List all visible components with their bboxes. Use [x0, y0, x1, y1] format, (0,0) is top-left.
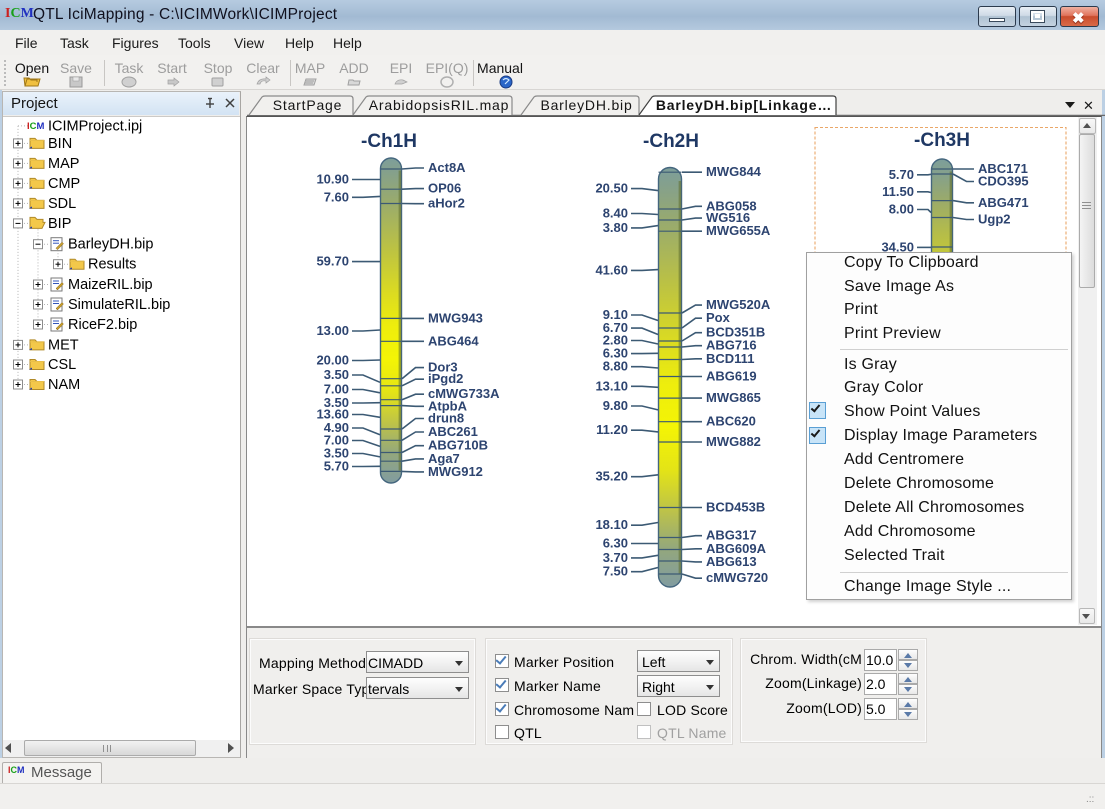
svg-text:BarleyDH.bip[Linkage…: BarleyDH.bip[Linkage… [656, 97, 832, 113]
svg-text:StartPage: StartPage [273, 97, 342, 113]
svg-text:SDL: SDL [48, 196, 76, 212]
svg-text:ArabidopsisRIL.map: ArabidopsisRIL.map [369, 97, 509, 113]
svg-text:7.60: 7.60 [324, 189, 349, 204]
svg-text:MWG882: MWG882 [706, 434, 761, 449]
svg-text:BarleyDH.bip: BarleyDH.bip [68, 237, 153, 253]
svg-text:20.00: 20.00 [316, 353, 349, 368]
svg-text:cMWG720: cMWG720 [706, 570, 768, 585]
svg-text:59.70: 59.70 [316, 254, 349, 269]
svg-text:10.90: 10.90 [316, 172, 349, 187]
svg-text:Results: Results [88, 257, 136, 273]
svg-text:BIP: BIP [48, 216, 71, 232]
svg-text:iPgd2: iPgd2 [428, 371, 463, 386]
svg-text:Ugp2: Ugp2 [978, 212, 1011, 227]
svg-text:MaizeRIL.bip: MaizeRIL.bip [68, 277, 153, 293]
svg-text:ABG471: ABG471 [978, 195, 1029, 210]
svg-text:8.00: 8.00 [889, 202, 914, 217]
svg-text:✕: ✕ [1083, 98, 1094, 113]
svg-text:3.50: 3.50 [324, 367, 349, 382]
svg-text:MAP: MAP [48, 156, 79, 172]
svg-text:13.10: 13.10 [595, 378, 628, 393]
svg-text:ICM: ICM [27, 121, 45, 132]
svg-text:41.60: 41.60 [595, 262, 628, 277]
svg-text:OP06: OP06 [428, 181, 461, 196]
svg-text:-Ch2H: -Ch2H [643, 131, 699, 152]
svg-text:MWG943: MWG943 [428, 310, 483, 325]
svg-text:RiceF2.bip: RiceF2.bip [68, 317, 137, 333]
svg-text:11.20: 11.20 [596, 422, 628, 437]
svg-text:CMP: CMP [48, 176, 80, 192]
svg-text:3.70: 3.70 [603, 550, 628, 565]
svg-text:5.70: 5.70 [889, 167, 914, 182]
svg-text:8.80: 8.80 [603, 359, 628, 374]
svg-text:ABG613: ABG613 [706, 554, 757, 569]
svg-text:CSL: CSL [48, 357, 76, 373]
svg-text:MWG912: MWG912 [428, 464, 483, 479]
svg-text:13.00: 13.00 [316, 323, 349, 338]
svg-text:3.80: 3.80 [603, 220, 628, 235]
svg-text:BCD453B: BCD453B [706, 500, 765, 515]
svg-text:35.20: 35.20 [595, 469, 628, 484]
svg-text:SimulateRIL.bip: SimulateRIL.bip [68, 297, 170, 313]
svg-text:NAM: NAM [48, 377, 80, 393]
svg-text:Pox: Pox [706, 310, 731, 325]
svg-text:8.40: 8.40 [603, 206, 628, 221]
svg-text:-Ch1H: -Ch1H [361, 131, 417, 152]
svg-text:MWG655A: MWG655A [706, 223, 771, 238]
svg-text:5.70: 5.70 [324, 459, 349, 474]
svg-text:ABG464: ABG464 [428, 333, 479, 348]
svg-text:BCD111: BCD111 [706, 351, 754, 366]
svg-text:7.50: 7.50 [603, 564, 628, 579]
svg-text:20.50: 20.50 [595, 181, 628, 196]
svg-text:CDO395: CDO395 [978, 174, 1029, 189]
svg-text:MWG865: MWG865 [706, 390, 761, 405]
svg-text:Act8A: Act8A [428, 160, 466, 175]
svg-text:18.10: 18.10 [595, 517, 628, 532]
svg-text:BIN: BIN [48, 136, 72, 152]
svg-text:MWG844: MWG844 [706, 164, 762, 179]
svg-text:aHor2: aHor2 [428, 196, 465, 211]
svg-text:ABG619: ABG619 [706, 369, 757, 384]
svg-text:6.30: 6.30 [603, 536, 628, 551]
svg-text:ABC620: ABC620 [706, 414, 756, 429]
svg-text:MET: MET [48, 337, 79, 353]
svg-text:BarleyDH.bip: BarleyDH.bip [540, 97, 632, 113]
svg-text:11.50: 11.50 [882, 184, 914, 199]
svg-text:9.80: 9.80 [603, 398, 628, 413]
svg-text:-Ch3H: -Ch3H [914, 130, 970, 151]
svg-text:ICIMProject.ipj: ICIMProject.ipj [48, 118, 142, 134]
